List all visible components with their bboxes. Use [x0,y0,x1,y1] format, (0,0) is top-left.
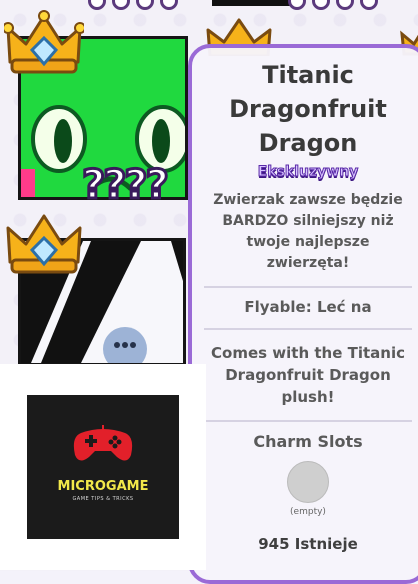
rarity-badge: Ekskluzywny [257,164,359,181]
flyable-label: Flyable: Leć na [244,298,372,316]
divider [204,420,412,422]
gamepad-icon [73,425,133,461]
divider [204,286,412,288]
ad-logo-box: MICROGAME GAME TIPS & TRICKS [27,395,179,539]
crown-icon [4,10,84,74]
ad-banner[interactable]: MICROGAME GAME TIPS & TRICKS [0,364,206,570]
pet-description: Zwierzak zawsze będzie BARDZO silniejszy… [213,192,403,271]
crown-icon [6,214,82,274]
ad-tagline: GAME TIPS & TRICKS [72,496,134,502]
charm-slots-title: Charm Slots [253,432,363,451]
divider [204,328,412,330]
top-decoration-right [288,0,378,10]
top-bar [212,0,290,6]
pet-title: Titanic Dragonfruit Dragon [229,61,387,157]
top-decoration-left [88,0,178,10]
mystery-marks: ???? [81,161,171,210]
ad-brand: MICROGAME [57,479,149,494]
plush-note: Comes with the Titanic Dragonfruit Drago… [211,344,405,406]
pet-info-panel: Titanic Dragonfruit Dragon Ekskluzywny Z… [188,44,418,584]
exists-count: 945 Istnieje [258,535,358,553]
charm-slot[interactable] [287,461,329,503]
charm-slot-state: (empty) [290,507,326,517]
